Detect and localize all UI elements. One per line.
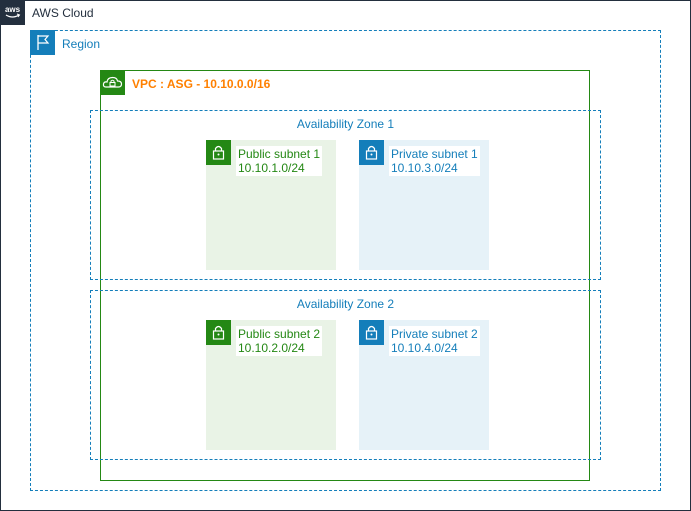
vpc-cloud-lock-icon: [100, 70, 125, 95]
private-subnet-2-label: Private subnet 2 10.10.4.0/24: [389, 326, 480, 356]
private-subnet-lock-icon: [359, 320, 384, 345]
region-flag-icon: [30, 30, 55, 55]
availability-zone-2-label: Availability Zone 2: [296, 297, 395, 311]
subnet-name: Private subnet 1: [391, 147, 478, 161]
subnet-cidr: 10.10.4.0/24: [391, 341, 458, 355]
availability-zone-1-label: Availability Zone 1: [296, 117, 395, 131]
public-subnet-lock-icon: [206, 320, 231, 345]
svg-text:aws: aws: [5, 5, 21, 14]
public-subnet-1-label: Public subnet 1 10.10.1.0/24: [236, 146, 323, 176]
private-subnet-lock-icon: [359, 140, 384, 165]
public-subnet-2-label: Public subnet 2 10.10.2.0/24: [236, 326, 323, 356]
subnet-name: Public subnet 2: [238, 327, 321, 341]
subnet-cidr: 10.10.2.0/24: [238, 341, 305, 355]
private-subnet-1-label: Private subnet 1 10.10.3.0/24: [389, 146, 480, 176]
subnet-name: Private subnet 2: [391, 327, 478, 341]
aws-logo-icon: aws: [0, 0, 25, 25]
availability-zone-1: [90, 110, 601, 280]
subnet-cidr: 10.10.3.0/24: [391, 161, 458, 175]
region-label: Region: [62, 37, 101, 51]
subnet-name: Public subnet 1: [238, 147, 321, 161]
vpc-label: VPC : ASG - 10.10.0.0/16: [132, 77, 271, 91]
public-subnet-lock-icon: [206, 140, 231, 165]
subnet-cidr: 10.10.1.0/24: [238, 161, 305, 175]
availability-zone-2: [90, 290, 601, 460]
aws-cloud-label: AWS Cloud: [32, 6, 94, 20]
